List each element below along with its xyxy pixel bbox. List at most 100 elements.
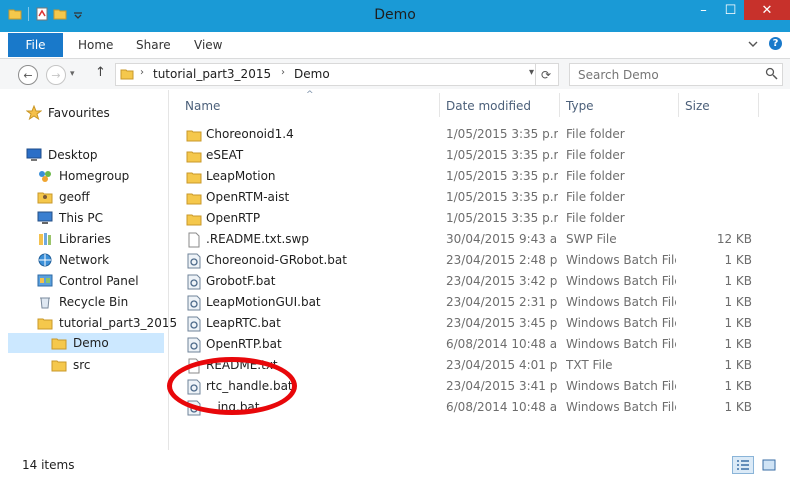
computer-icon: [37, 211, 53, 224]
file-date: 23/04/2015 3:42 p....: [446, 274, 558, 288]
table-row[interactable]: README.txt 23/04/2015 4:01 p.... TXT File 1…: [169, 355, 790, 376]
ribbon-tabs: File Home Share View ?: [0, 32, 790, 59]
refresh-button[interactable]: ⟳: [535, 64, 556, 85]
table-row[interactable]: GrobotF.bat 23/04/2015 3:42 p.... Windows …: [169, 271, 790, 292]
table-row[interactable]: LeapMotion 1/05/2015 3:35 p.m. File folder: [169, 166, 790, 187]
address-dropdown-icon[interactable]: ▾: [529, 67, 534, 78]
maximize-button[interactable]: ☐: [717, 0, 744, 20]
status-bar: 14 items: [0, 452, 790, 480]
table-row[interactable]: Choreonoid-GRobot.bat 23/04/2015 2:48 p..…: [169, 250, 790, 271]
file-size: 1 KB: [724, 253, 752, 267]
batch-file-icon: [187, 379, 201, 395]
file-date: 23/04/2015 2:31 p....: [446, 295, 558, 309]
folder-icon: [120, 69, 134, 80]
nav-item-label: Network: [59, 253, 110, 267]
nav-item-label: This PC: [59, 211, 103, 225]
column-header-type[interactable]: Type: [566, 99, 594, 113]
nav-item-tutorial_part3_2015[interactable]: tutorial_part3_2015: [37, 313, 177, 333]
up-button[interactable]: ↑: [95, 65, 106, 80]
nav-item-label: Recycle Bin: [59, 295, 129, 309]
breadcrumb-chevron-icon[interactable]: ›: [140, 67, 144, 78]
nav-item-label: Demo: [73, 336, 109, 350]
breadcrumb-chevron-icon[interactable]: ›: [281, 67, 285, 78]
file-date: 1/05/2015 3:35 p.m.: [446, 148, 558, 162]
back-button[interactable]: ←: [18, 65, 38, 85]
file-size: 12 KB: [716, 232, 752, 246]
table-row[interactable]: LeapMotionGUI.bat 23/04/2015 2:31 p.... Wi…: [169, 292, 790, 313]
table-row[interactable]: ...ing.bat 6/08/2014 10:48 a.... Windows B…: [169, 397, 790, 418]
table-row[interactable]: .README.txt.swp 30/04/2015 9:43 a.... SWP …: [169, 229, 790, 250]
details-view-button[interactable]: [732, 456, 754, 474]
nav-item-this-pc[interactable]: This PC: [37, 208, 103, 228]
folder-icon: [186, 193, 202, 205]
breadcrumb-demo[interactable]: Demo: [294, 67, 330, 81]
large-icons-view-button[interactable]: [758, 456, 780, 474]
nav-item-control-panel[interactable]: Control Panel: [37, 271, 139, 291]
column-header-name[interactable]: Name: [185, 99, 220, 113]
forward-button[interactable]: →: [46, 65, 66, 85]
minimize-button[interactable]: –: [690, 0, 717, 20]
column-divider[interactable]: [678, 93, 679, 117]
nav-item-label: Favourites: [48, 106, 110, 120]
folder-icon: [186, 130, 202, 142]
nav-item-network[interactable]: Network: [37, 250, 109, 270]
table-row[interactable]: OpenRTP.bat 6/08/2014 10:48 a.... Windows …: [169, 334, 790, 355]
file-type: File folder: [566, 169, 625, 183]
nav-item-homegroup[interactable]: Homegroup: [37, 166, 129, 186]
tab-home[interactable]: Home: [78, 38, 113, 52]
table-row[interactable]: eSEAT 1/05/2015 3:35 p.m. File folder: [169, 145, 790, 166]
file-type: File folder: [566, 190, 625, 204]
file-size: 1 KB: [724, 379, 752, 393]
file-date: 6/08/2014 10:48 a....: [446, 400, 558, 414]
recent-locations-icon[interactable]: ▾: [70, 69, 75, 79]
table-row[interactable]: rtc_handle.bat 23/04/2015 3:41 p.... Windo…: [169, 376, 790, 397]
search-input[interactable]: [576, 67, 760, 83]
table-row[interactable]: Choreonoid1.4 1/05/2015 3:35 p.m. File fol…: [169, 124, 790, 145]
close-button[interactable]: ✕: [744, 0, 790, 20]
nav-item-label: src: [73, 358, 91, 372]
file-size: 1 KB: [724, 295, 752, 309]
column-divider[interactable]: [758, 93, 759, 117]
nav-item-favourites[interactable]: Favourites: [26, 103, 110, 123]
table-row[interactable]: OpenRTM-aist 1/05/2015 3:35 p.m. File fold…: [169, 187, 790, 208]
file-size: 1 KB: [724, 274, 752, 288]
tab-share[interactable]: Share: [136, 38, 171, 52]
batch-file-icon: [187, 316, 201, 332]
help-icon[interactable]: ?: [769, 37, 782, 50]
tab-file[interactable]: File: [8, 33, 63, 57]
homegroup-icon: [39, 171, 51, 182]
column-divider[interactable]: [439, 93, 440, 117]
nav-item-recycle-bin[interactable]: Recycle Bin: [37, 292, 128, 312]
nav-item-libraries[interactable]: Libraries: [37, 229, 111, 249]
nav-item-demo[interactable]: Demo: [8, 333, 164, 353]
column-header-size[interactable]: Size: [685, 99, 710, 113]
nav-item-label: tutorial_part3_2015: [59, 316, 178, 330]
large-icons-view-icon: [762, 459, 776, 471]
user-folder-icon: [37, 192, 53, 204]
nav-item-desktop[interactable]: Desktop: [26, 145, 98, 165]
file-date: 6/08/2014 10:48 a....: [446, 337, 558, 351]
table-row[interactable]: OpenRTP 1/05/2015 3:35 p.m. File folder: [169, 208, 790, 229]
address-bar[interactable]: › tutorial_part3_2015 › Demo ▾ ⟳: [115, 63, 559, 86]
file-type: Windows Batch File: [566, 337, 676, 351]
search-box[interactable]: [569, 63, 783, 86]
details-view-icon: [737, 460, 749, 470]
column-header-date-modified[interactable]: Date modified: [446, 99, 531, 113]
folder-icon: [186, 151, 202, 163]
expand-ribbon-icon[interactable]: [747, 38, 759, 50]
nav-item-geoff[interactable]: geoff: [37, 187, 90, 207]
document-icon: [188, 232, 200, 248]
column-divider[interactable]: [559, 93, 560, 117]
sort-ascending-icon: ^: [306, 90, 314, 100]
file-name: GrobotF.bat: [206, 274, 276, 288]
tab-view[interactable]: View: [194, 38, 222, 52]
breadcrumb-tutorial_part3_2015[interactable]: tutorial_part3_2015: [153, 67, 271, 81]
file-type: SWP File: [566, 232, 617, 246]
nav-item-src[interactable]: src: [51, 355, 91, 375]
item-count: 14 items: [22, 458, 75, 472]
file-date: 1/05/2015 3:35 p.m.: [446, 190, 558, 204]
search-icon[interactable]: [765, 67, 778, 80]
file-name: OpenRTP: [206, 211, 261, 225]
file-name: LeapMotionGUI.bat: [206, 295, 321, 309]
table-row[interactable]: LeapRTC.bat 23/04/2015 3:45 p.... Windows …: [169, 313, 790, 334]
